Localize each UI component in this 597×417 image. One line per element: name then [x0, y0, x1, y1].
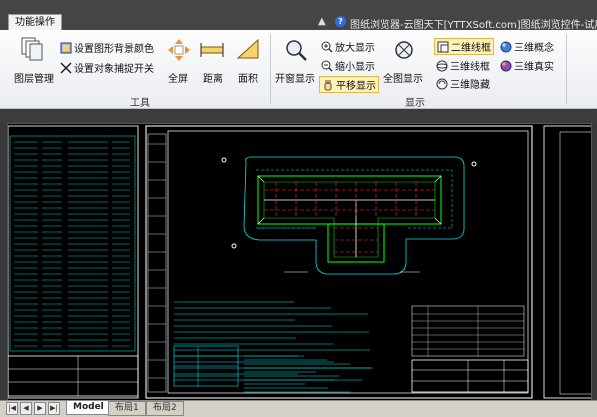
ribbon-minimize-icon[interactable]: ▲ [318, 16, 326, 27]
window-zoom-icon [286, 40, 307, 61]
prev-layout-nav[interactable]: ◀ [20, 402, 32, 415]
wireframe-2d-button[interactable]: 二维线框 [434, 38, 494, 55]
set-snap-button[interactable]: 设置对象捕捉开关 [60, 60, 154, 75]
zoom-extents-icon [395, 41, 413, 59]
cad-drawing [8, 125, 591, 399]
hidden-3d-label: 三维隐藏 [450, 80, 490, 91]
ribbon: 图层管理 设置图形背景颜色 设置对象捕捉开关 全屏 距离 面积 工具 开窗显示 … [0, 30, 597, 109]
display-group-label: 显示 [405, 98, 425, 109]
main-sheet [145, 125, 533, 399]
zoom-in-button[interactable]: 放大显示 [321, 39, 375, 54]
wireframe-3d-label: 三维线框 [450, 62, 490, 73]
zoom-out-button[interactable]: 缩小显示 [321, 58, 375, 73]
toolbar-gap [0, 109, 597, 123]
wireframe-2d-label: 二维线框 [451, 43, 491, 54]
set-background-label: 设置图形背景颜色 [74, 44, 154, 55]
wireframe-3d-button[interactable]: 三维线框 [436, 58, 490, 73]
pan-button[interactable]: 平移显示 [319, 76, 379, 93]
window-display-button[interactable]: 开窗显示 [275, 70, 315, 85]
area-icon [236, 38, 259, 59]
set-background-button[interactable]: 设置图形背景颜色 [60, 40, 154, 55]
layers-icon [21, 37, 43, 61]
window-title: 图纸浏览器-云图天下[YTTXSoft.com]图纸浏览控件-试用版 [350, 20, 597, 31]
last-layout-nav[interactable]: ▶| [48, 402, 60, 415]
fullscreen-button[interactable]: 全屏 [168, 70, 188, 85]
fullscreen-icon [168, 39, 190, 61]
set-snap-label: 设置对象捕捉开关 [74, 64, 154, 75]
next-layout-nav[interactable]: ▶ [34, 402, 46, 415]
realistic-3d-icon [500, 60, 512, 72]
help-icon[interactable]: ? [335, 16, 346, 27]
left-sheet [8, 125, 139, 399]
zoom-in-icon [321, 41, 333, 53]
distance-icon [200, 43, 224, 57]
zoom-out-label: 缩小显示 [335, 62, 375, 73]
full-display-button[interactable]: 全图显示 [383, 70, 423, 85]
concept-3d-label: 三维概念 [514, 43, 554, 54]
first-layout-nav[interactable]: |◀ [6, 402, 18, 415]
pan-label: 平移显示 [336, 81, 376, 92]
snap-icon [60, 62, 72, 74]
tab-model[interactable]: Model [66, 401, 111, 415]
drawing-canvas[interactable] [7, 123, 592, 402]
concept-3d-icon [500, 41, 512, 53]
title-bar: 功能操作 ▲ ? 图纸浏览器-云图天下[YTTXSoft.com]图纸浏览控件-… [0, 0, 597, 31]
wireframe-2d-icon [437, 41, 449, 53]
distance-button[interactable]: 距离 [203, 70, 223, 85]
palette-icon [60, 42, 72, 54]
hidden-3d-button[interactable]: 三维隐藏 [436, 76, 490, 91]
wireframe-3d-icon [436, 60, 448, 72]
concept-3d-button[interactable]: 三维概念 [500, 39, 554, 54]
area-button[interactable]: 面积 [238, 70, 258, 85]
hand-icon [324, 80, 332, 91]
group-divider-right [566, 34, 567, 104]
group-divider [270, 34, 271, 104]
hidden-3d-icon [436, 78, 448, 90]
realistic-3d-label: 三维真实 [514, 62, 554, 73]
zoom-in-label: 放大显示 [335, 43, 375, 54]
layer-manager-button[interactable]: 图层管理 [14, 70, 54, 85]
tab-functions[interactable]: 功能操作 [8, 14, 62, 31]
realistic-3d-button[interactable]: 三维真实 [500, 58, 554, 73]
tab-layout1[interactable]: 布局1 [108, 401, 146, 416]
tab-layout2[interactable]: 布局2 [146, 401, 184, 416]
tools-group-label: 工具 [130, 98, 150, 109]
zoom-out-icon [321, 60, 333, 72]
